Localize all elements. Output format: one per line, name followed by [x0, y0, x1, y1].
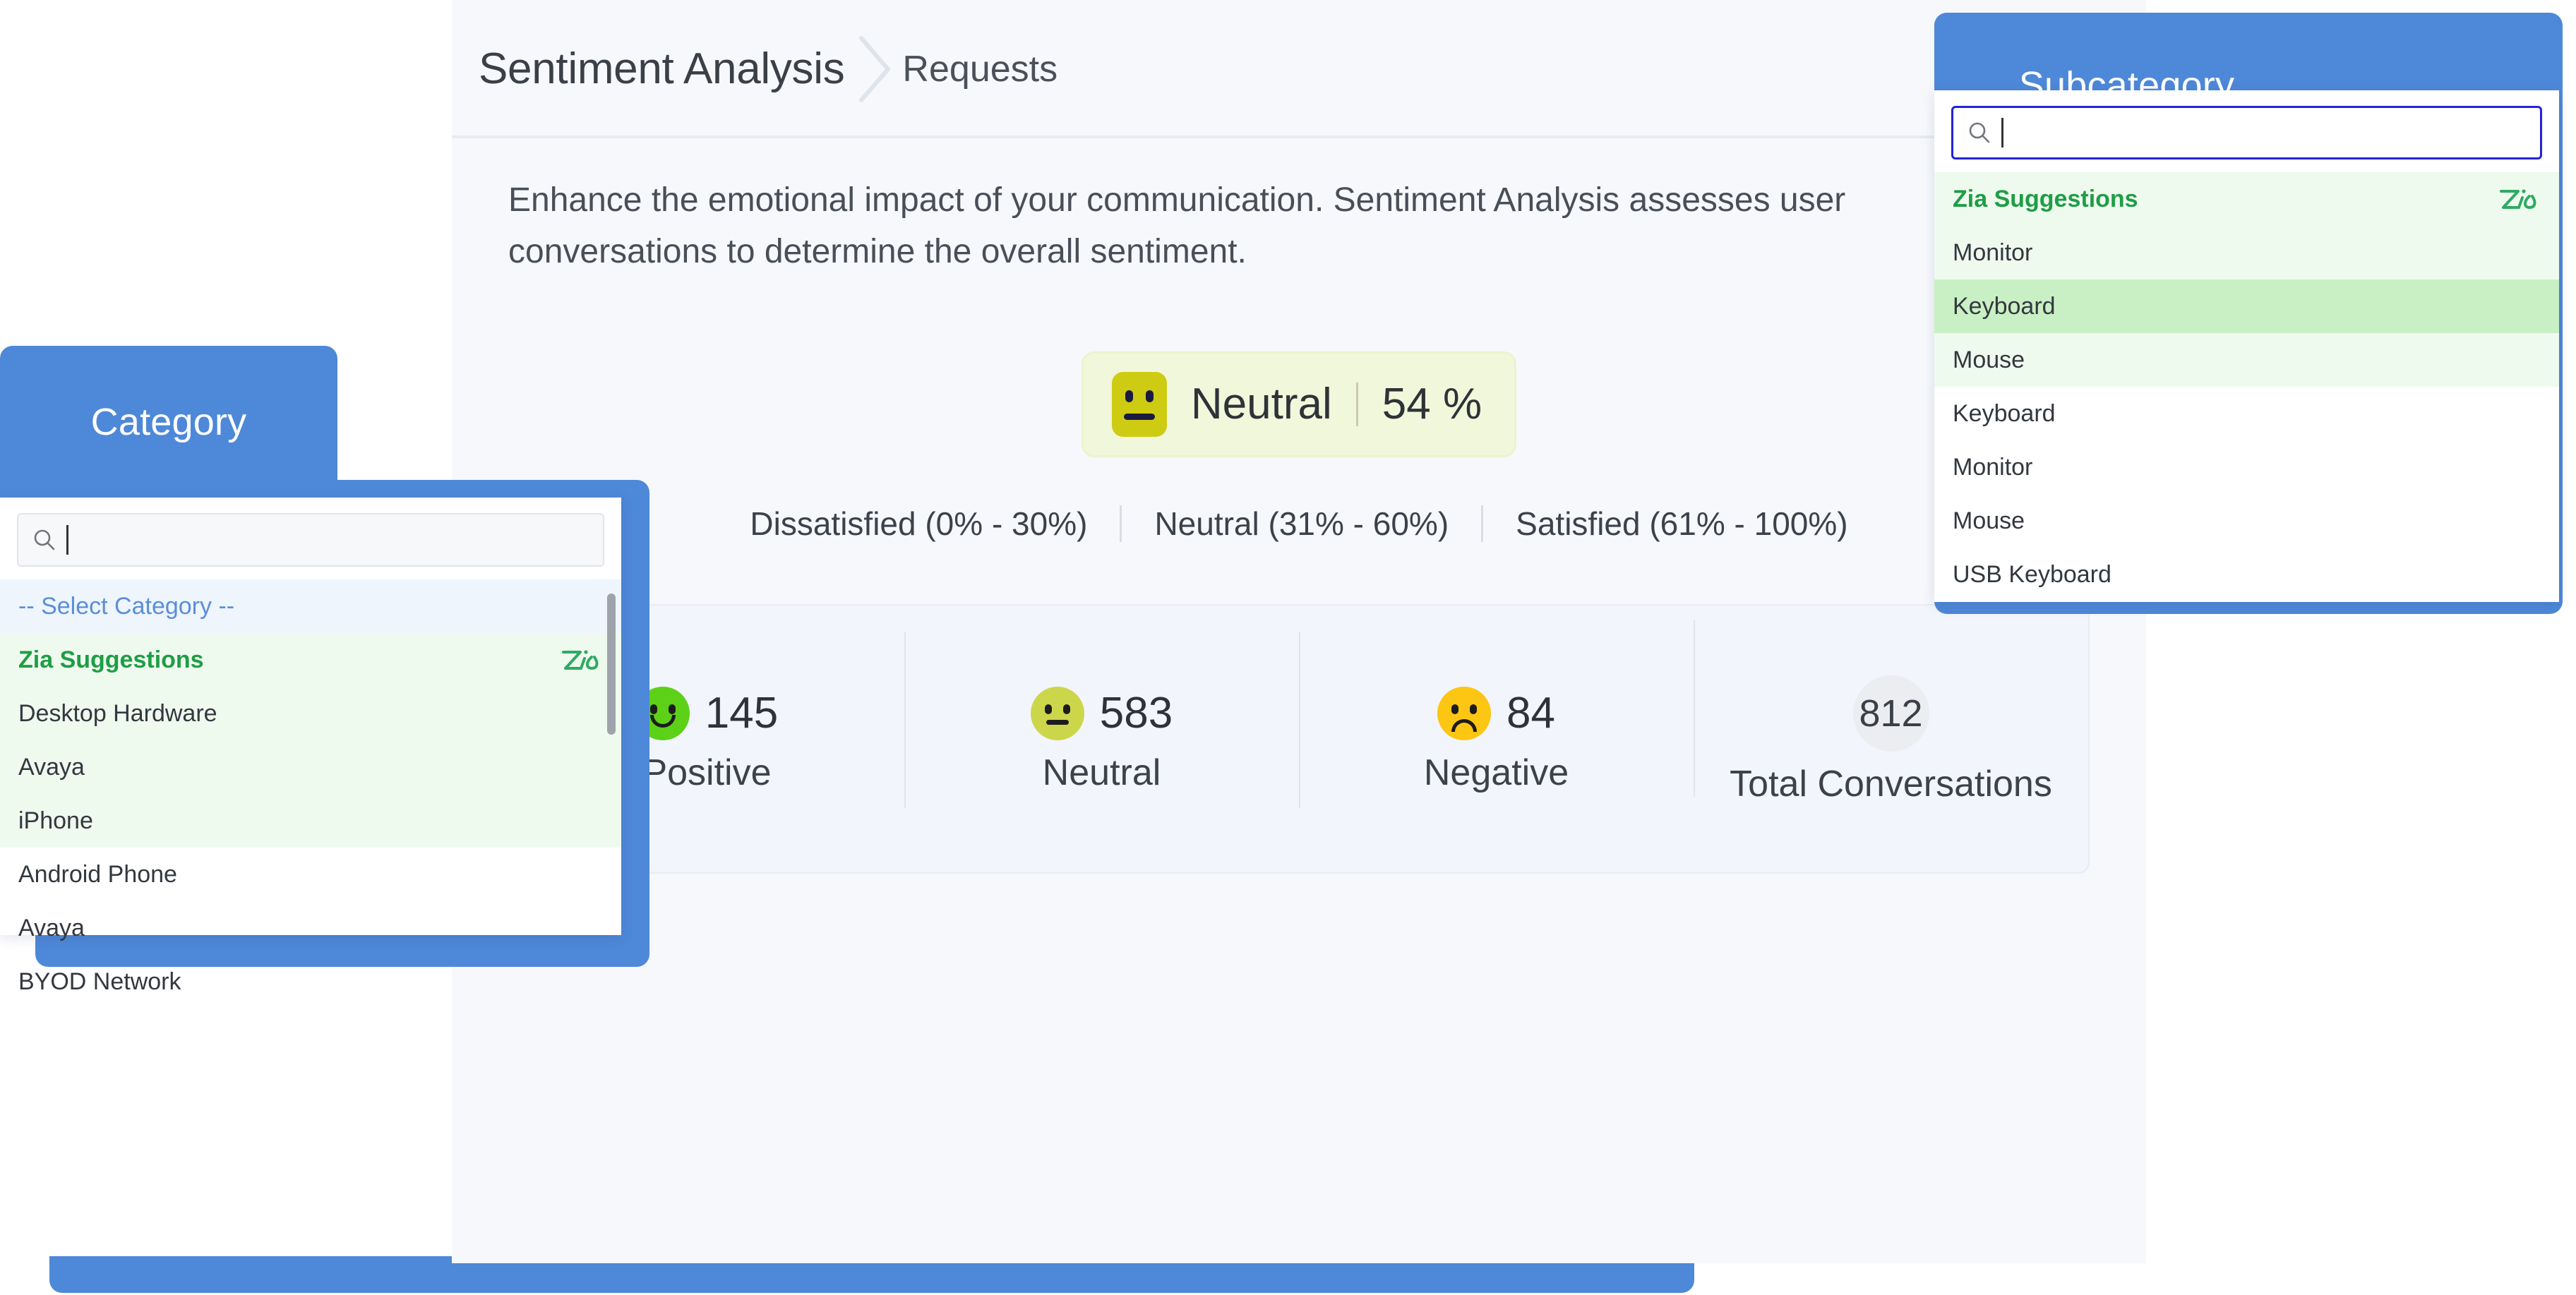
- subcategory-option-monitor[interactable]: Monitor: [1934, 440, 2559, 494]
- category-option-label: iPhone: [18, 807, 93, 835]
- search-icon: [32, 528, 56, 552]
- smiley-neutral-icon: [1031, 687, 1084, 740]
- category-search-box[interactable]: [17, 513, 604, 567]
- total-circle-icon: 812: [1853, 675, 1929, 752]
- category-option-label: Avaya: [18, 754, 85, 781]
- breadcrumb-current[interactable]: Requests: [902, 51, 1058, 88]
- subcategory-option-usb-keyboard[interactable]: USB Keyboard: [1934, 548, 2559, 601]
- category-option-label: -- Select Category --: [18, 593, 234, 620]
- category-option-label: Avaya: [18, 915, 85, 942]
- legend-item-satisfied: Satisfied (61% - 100%): [1483, 507, 1880, 540]
- stat-neutral: 583 Neutral: [904, 687, 1299, 791]
- screen-root: Sentiment Analysis Requests Enhance the …: [0, 0, 2576, 1295]
- subcategory-option-mouse[interactable]: Mouse: [1934, 494, 2559, 548]
- category-option-android-phone[interactable]: Android Phone: [0, 848, 621, 901]
- zia-logo-icon: [559, 646, 603, 673]
- subcategory-option-label: Monitor: [1953, 454, 2032, 481]
- subcategory-option-keyboard[interactable]: Keyboard: [1934, 387, 2559, 440]
- subcategory-dropdown-body: Zia Suggestions Monitor Keyboard: [1934, 90, 2559, 602]
- page-description: Enhance the emotional impact of your com…: [508, 175, 1941, 278]
- search-icon: [1967, 121, 1991, 145]
- category-zia-header-label: Zia Suggestions: [18, 646, 204, 674]
- subcategory-dropdown-panel: Subcategory Zia Suggestions: [1927, 0, 2576, 628]
- sentiment-percent: 54 %: [1382, 379, 1482, 429]
- overall-sentiment-badge: Neutral 54 %: [1082, 351, 1516, 457]
- category-option-label: BYOD Network: [18, 968, 181, 996]
- breadcrumb: Sentiment Analysis Requests: [479, 35, 1058, 103]
- category-option-iphone[interactable]: iPhone: [0, 794, 621, 848]
- stat-negative-label: Negative: [1424, 754, 1569, 791]
- category-zia-suggestions-header: Zia Suggestions: [0, 633, 621, 687]
- stat-neutral-top: 583: [1031, 687, 1173, 740]
- category-option-desktop-hardware[interactable]: Desktop Hardware: [0, 687, 621, 740]
- category-panel-title: Category: [91, 400, 247, 444]
- category-panel-header: Category: [0, 346, 337, 498]
- category-option-avaya-zia[interactable]: Avaya: [0, 740, 621, 794]
- stat-neutral-value: 583: [1100, 692, 1173, 735]
- subcategory-zia-suggestions-header: Zia Suggestions: [1934, 172, 2559, 226]
- chevron-right-icon: [844, 35, 899, 103]
- category-option-label: Android Phone: [18, 861, 177, 889]
- stat-negative-top: 84: [1437, 687, 1555, 740]
- stat-positive-top: 145: [636, 687, 778, 740]
- stat-positive-label: Positive: [642, 754, 771, 791]
- subcategory-option-label: Keyboard: [1953, 400, 2056, 428]
- category-option-byod-network[interactable]: BYOD Network: [0, 955, 621, 1008]
- smiley-negative-icon: [1437, 687, 1491, 740]
- stat-negative: 84 Negative: [1299, 687, 1694, 791]
- category-option-label: Desktop Hardware: [18, 700, 217, 728]
- zia-logo-icon: [2497, 186, 2541, 212]
- subcategory-search-caret: [2001, 118, 2003, 147]
- category-option-list: -- Select Category -- Zia Suggestions: [0, 579, 621, 1008]
- subcategory-option-label: USB Keyboard: [1953, 561, 2111, 589]
- category-dropdown-body: -- Select Category -- Zia Suggestions: [0, 498, 621, 935]
- subcategory-option-label: Monitor: [1953, 239, 2032, 267]
- subcategory-zia-header-label: Zia Suggestions: [1953, 186, 2138, 213]
- category-option-placeholder[interactable]: -- Select Category --: [0, 579, 621, 633]
- stat-total-top: 812: [1853, 675, 1929, 752]
- sentiment-divider: [1356, 383, 1358, 426]
- stat-negative-value: 84: [1506, 692, 1555, 735]
- legend-item-neutral: Neutral (31% - 60%): [1122, 507, 1481, 540]
- category-option-avaya[interactable]: Avaya: [0, 901, 621, 955]
- subcategory-option-label: Keyboard: [1953, 293, 2056, 320]
- category-dropdown-panel: Category -- Select Category -: [0, 346, 649, 967]
- subcategory-option-monitor-zia[interactable]: Monitor: [1934, 226, 2559, 279]
- stat-total-conversations: 812 Total Conversations: [1694, 675, 2088, 802]
- category-search-caret: [66, 525, 68, 555]
- stat-neutral-label: Neutral: [1043, 754, 1161, 791]
- subcategory-option-mouse-zia[interactable]: Mouse: [1934, 333, 2559, 387]
- page-header: Sentiment Analysis Requests: [452, 0, 2146, 138]
- page-body: Enhance the emotional impact of your com…: [452, 138, 2146, 874]
- subcategory-search-box[interactable]: [1951, 106, 2542, 159]
- sentiment-analysis-window: Sentiment Analysis Requests Enhance the …: [452, 0, 2146, 1263]
- overall-sentiment-row: Neutral 54 %: [508, 351, 2090, 457]
- page-title: Sentiment Analysis: [479, 47, 844, 91]
- subcategory-option-keyboard-zia[interactable]: Keyboard: [1934, 279, 2559, 333]
- sentiment-legend: Dissatisfied (0% - 30%) Neutral (31% - 6…: [508, 505, 2090, 542]
- category-search-row: [0, 498, 621, 579]
- neutral-face-icon: [1112, 372, 1167, 437]
- category-list-scrollbar[interactable]: [607, 594, 616, 735]
- subcategory-option-list: Zia Suggestions Monitor Keyboard: [1934, 172, 2559, 601]
- legend-item-dissatisfied: Dissatisfied (0% - 30%): [717, 507, 1120, 540]
- stats-card: 145 Positive 583 Neutral: [508, 604, 2090, 874]
- sentiment-label: Neutral: [1191, 379, 1332, 429]
- subcategory-option-label: Mouse: [1953, 347, 2025, 374]
- stat-positive-value: 145: [705, 692, 778, 735]
- subcategory-option-label: Mouse: [1953, 507, 2025, 535]
- stat-total-value: 812: [1859, 694, 1922, 733]
- stat-total-label: Total Conversations: [1730, 766, 2052, 802]
- subcategory-search-row: [1934, 90, 2559, 172]
